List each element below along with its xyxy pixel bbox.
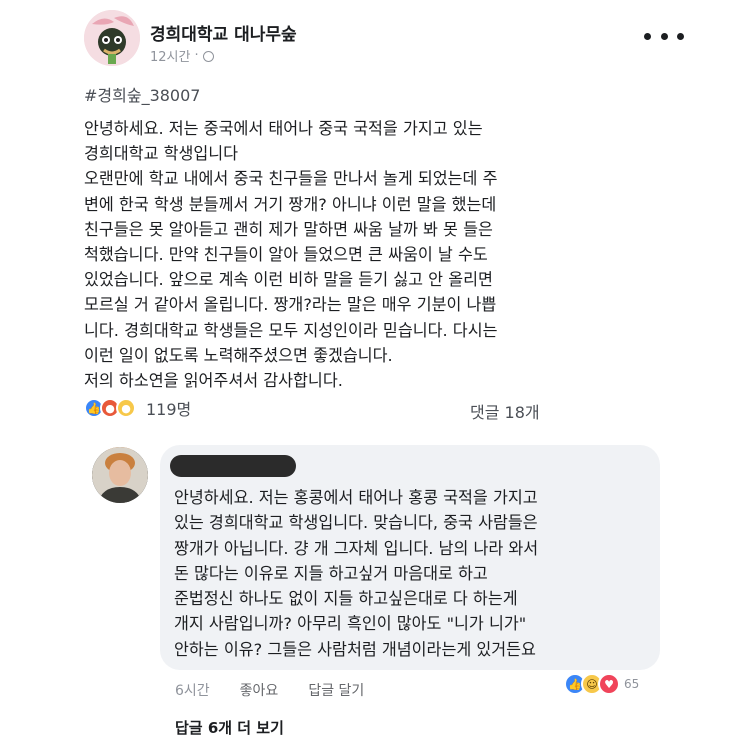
- reaction-count: 119명: [146, 400, 192, 419]
- post-line: 니다. 경희대학교 학생들은 모두 지성인이라 믿습니다. 다시는: [84, 320, 498, 340]
- comment-bubble: 안녕하세요. 저는 홍콩에서 태어나 홍콩 국적을 가지고 있는 경희대학교 학…: [160, 445, 660, 670]
- globe-icon: [202, 51, 214, 62]
- comment-line: 개지 사람입니까? 아무리 흑인이 많아도 "니가 니가": [174, 614, 527, 634]
- dot-icon: [644, 32, 651, 40]
- love-icon: ♥: [598, 673, 620, 695]
- post-line: 변에 한국 학생 분들께서 거기 짱개? 아니냐 이런 말을 했는데: [84, 194, 497, 214]
- comment-line: 있는 경희대학교 학생입니다. 맞습니다, 중국 사람들은: [174, 513, 538, 533]
- post-line: 있었습니다. 앞으로 계속 이런 비하 말을 듣기 싫고 안 올리면: [84, 270, 493, 290]
- post-hashtag[interactable]: #경희숲_38007: [84, 82, 200, 106]
- post-body: 안녕하세요. 저는 중국에서 태어나 중국 국적을 가지고 있는 경희대학교 학…: [84, 116, 544, 393]
- post-line: 척했습니다. 만약 친구들이 알아 들었으면 큰 싸움이 날 수도: [84, 245, 488, 265]
- comment-line: 짱개가 아닙니다. 걍 개 그자체 입니다. 남의 나라 와서: [174, 538, 539, 558]
- comment-line: 안녕하세요. 저는 홍콩에서 태어나 홍콩 국적을 가지고: [174, 488, 538, 507]
- more-options-button[interactable]: [644, 26, 684, 46]
- comment-reaction-count: 65: [624, 677, 640, 691]
- comment-actions: 6시간 좋아요 답글 달기: [175, 680, 394, 700]
- page-name[interactable]: 경희대학교 대나무숲: [150, 20, 297, 45]
- dot-icon: [660, 32, 668, 40]
- post-meta: 12시간 ·: [150, 46, 214, 65]
- view-more-replies-link[interactable]: 답글 6개 더 보기: [175, 717, 284, 738]
- comment-reactions[interactable]: 👍 ☺ ♥ 65: [562, 671, 646, 697]
- dot-icon: [677, 32, 684, 40]
- comment-text: 안녕하세요. 저는 홍콩에서 태어나 홍콩 국적을 가지고 있는 경희대학교 학…: [174, 485, 538, 662]
- post-header: 경희대학교 대나무숲 12시간 ·: [84, 10, 684, 70]
- page-avatar[interactable]: [84, 10, 140, 66]
- person-icon: [92, 447, 148, 503]
- post-reactions[interactable]: 👍 ● ● 119명: [84, 396, 191, 420]
- post-time[interactable]: 12시간: [150, 46, 190, 65]
- post-line: 저의 하소연을 읽어주셔서 감사합니다.: [84, 371, 343, 391]
- post-line: 모르실 거 같아서 올립니다. 짱개?라는 말은 매우 기분이 나쁩: [84, 295, 497, 315]
- comment-line: 준법정신 하나도 없이 지들 하고싶은대로 다 하는게: [174, 589, 518, 609]
- comment-count[interactable]: 댓글 18개: [470, 399, 540, 423]
- comment-line: 돈 많다는 이유로 지들 하고싶거 마음대로 하고: [174, 563, 488, 583]
- post-line: 이런 일이 없도록 노력해주셨으면 좋겠습니다.: [84, 345, 393, 365]
- sad-icon: ●: [116, 398, 136, 418]
- redacted-commenter-name: [170, 455, 296, 477]
- comment-like-button[interactable]: 좋아요: [240, 680, 279, 700]
- comment-time[interactable]: 6시간: [175, 680, 210, 700]
- comment-line: 안하는 이유? 그들은 사람처럼 개념이라는게 있거든요: [174, 639, 536, 659]
- bamboo-mascot-icon: [84, 10, 140, 66]
- post-line: 오랜만에 학교 내에서 중국 친구들을 만나서 놀게 되었는데 주: [84, 169, 498, 189]
- post-line: 친구들은 못 알아듣고 괜히 제가 말하면 싸움 날까 봐 못 들은: [84, 219, 493, 239]
- post-line: 안녕하세요. 저는 중국에서 태어나 중국 국적을 가지고 있는: [84, 119, 483, 138]
- commenter-avatar[interactable]: [92, 447, 148, 503]
- meta-separator: ·: [194, 48, 199, 63]
- post-line: 경희대학교 학생입니다: [84, 144, 239, 164]
- comment-reply-button[interactable]: 답글 달기: [308, 680, 364, 700]
